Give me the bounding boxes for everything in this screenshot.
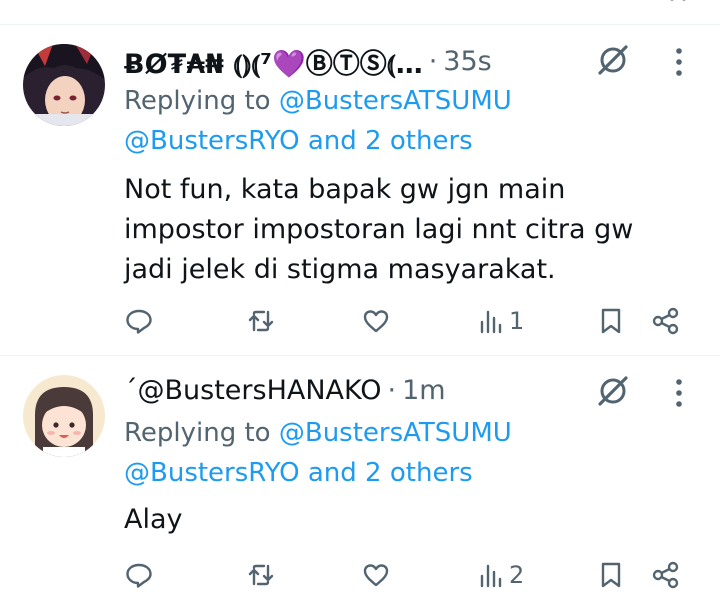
views-count: 2 [509,561,525,589]
separator: · [428,45,438,77]
tweet-header: ɃØ₮₳₦ ⦅⦆⦅⁷💜ⒷⓉⓈ⦅… · 35s [124,41,492,81]
like-button[interactable] [361,301,391,341]
separator: · [387,374,397,406]
more-icon[interactable] [664,0,704,14]
action-bar: 2 [124,555,694,595]
replying-to-label: Replying to [124,86,271,116]
bookmark-icon [601,562,621,588]
more-icon[interactable] [664,45,694,79]
reply-mention-link[interactable]: @BustersATSUMU [279,418,512,448]
previous-tweet-edge [0,0,720,25]
views-icon [480,564,502,588]
reply-icon [126,309,152,334]
reply-icon [126,563,152,588]
reply-mention-link[interactable]: @BustersATSUMU [279,86,512,116]
more-icon[interactable] [664,376,694,410]
bookmark-button[interactable] [596,555,626,595]
like-icon [363,310,389,333]
views-count: 1 [509,307,525,335]
share-icon [652,307,679,335]
views-button[interactable]: 1 [477,301,524,341]
share-button[interactable] [651,301,681,341]
replying-to: Replying to @BustersATSUMU @BustersRYO a… [124,413,512,493]
grok-icon[interactable] [596,43,630,77]
action-bar: 1 [124,301,694,341]
like-button[interactable] [361,555,391,595]
retweet-button[interactable] [246,301,276,341]
tweet-reply[interactable]: ɃØ₮₳₦ ⦅⦆⦅⁷💜ⒷⓉⓈ⦅… · 35s Replying to @Bust… [0,25,720,356]
timestamp[interactable]: 1m [402,375,445,406]
views-icon [480,310,502,334]
tweet-reply[interactable]: ˊ@BustersHANAKO · 1m Replying to @Buster… [0,356,720,610]
like-icon [363,564,389,587]
retweet-button[interactable] [246,555,276,595]
share-icon [652,561,679,589]
reply-button[interactable] [124,555,154,595]
replying-to: Replying to @BustersATSUMU @BustersRYO a… [124,81,512,161]
reply-mentions-more-link[interactable]: @BustersRYO and 2 others [124,458,473,488]
avatar[interactable] [23,375,105,457]
user-handle[interactable]: ˊ@BustersHANAKO [124,375,382,406]
tweet-text: Alay [124,504,183,535]
retweet-icon [248,564,274,586]
retweet-icon [248,310,274,332]
display-name[interactable]: ɃØ₮₳₦ ⦅⦆⦅⁷💜ⒷⓉⓈ⦅… [124,42,423,81]
tweet-text: Not fun, kata bapak gw jgn main impostor… [124,174,634,285]
share-button[interactable] [651,555,681,595]
tweet-header: ˊ@BustersHANAKO · 1m [124,370,446,410]
timestamp[interactable]: 35s [443,46,491,77]
grok-icon[interactable] [596,374,630,408]
reply-button[interactable] [124,301,154,341]
replying-to-label: Replying to [124,418,271,448]
bookmark-button[interactable] [596,301,626,341]
avatar[interactable] [23,44,105,126]
views-button[interactable]: 2 [477,555,524,595]
reply-mentions-more-link[interactable]: @BustersRYO and 2 others [124,126,473,156]
bookmark-icon [601,308,621,334]
